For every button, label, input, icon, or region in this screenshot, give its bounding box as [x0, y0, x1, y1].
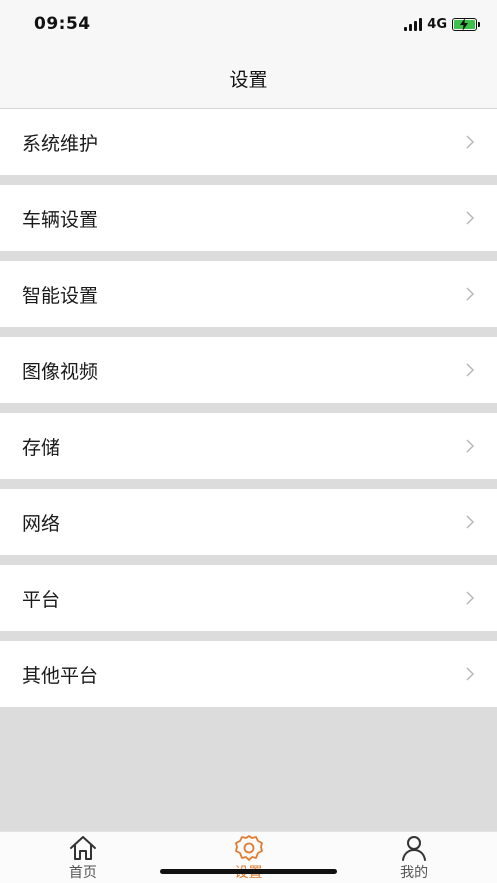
menu-item-system-maintenance[interactable]: 系统维护 [0, 109, 497, 175]
chevron-right-icon [466, 591, 474, 605]
menu-item-network[interactable]: 网络 [0, 489, 497, 555]
navigation-bar: 设置 [0, 48, 497, 109]
chevron-right-icon [466, 667, 474, 681]
tab-label: 我的 [400, 865, 429, 881]
tab-home[interactable]: 首页 [0, 832, 166, 883]
gear-icon [234, 834, 264, 862]
signal-icon [404, 17, 423, 31]
menu-item-label: 平台 [22, 588, 61, 611]
chevron-right-icon [466, 287, 474, 301]
chevron-right-icon [466, 363, 474, 377]
menu-item-other-platform[interactable]: 其他平台 [0, 641, 497, 707]
settings-list: 系统维护 车辆设置 智能设置 图像视频 存储 网络 平台 其他平台 [0, 109, 497, 717]
chevron-right-icon [466, 515, 474, 529]
page-title: 设置 [229, 68, 268, 91]
tab-profile[interactable]: 我的 [331, 832, 497, 883]
menu-item-platform[interactable]: 平台 [0, 565, 497, 631]
menu-item-smart-settings[interactable]: 智能设置 [0, 261, 497, 327]
home-icon [68, 834, 98, 862]
home-indicator[interactable] [160, 869, 337, 874]
status-bar: 09:54 4G [0, 0, 497, 48]
tab-settings[interactable]: 设置 [166, 832, 332, 883]
menu-item-vehicle-settings[interactable]: 车辆设置 [0, 185, 497, 251]
menu-item-label: 网络 [22, 512, 61, 535]
chevron-right-icon [466, 439, 474, 453]
menu-item-label: 系统维护 [22, 132, 99, 155]
menu-item-label: 车辆设置 [22, 208, 99, 231]
status-indicators: 4G [404, 15, 480, 33]
chevron-right-icon [466, 211, 474, 225]
menu-item-label: 其他平台 [22, 664, 99, 687]
chevron-right-icon [466, 135, 474, 149]
menu-item-storage[interactable]: 存储 [0, 413, 497, 479]
network-type: 4G [427, 16, 447, 32]
menu-item-label: 存储 [22, 436, 61, 459]
battery-icon [452, 17, 480, 31]
status-time: 09:54 [34, 14, 91, 34]
menu-item-image-video[interactable]: 图像视频 [0, 337, 497, 403]
user-icon [399, 834, 429, 862]
tab-bar: 首页 设置 我的 [0, 831, 497, 883]
menu-item-label: 图像视频 [22, 360, 99, 383]
menu-item-label: 智能设置 [22, 284, 99, 307]
tab-label: 首页 [68, 865, 97, 881]
